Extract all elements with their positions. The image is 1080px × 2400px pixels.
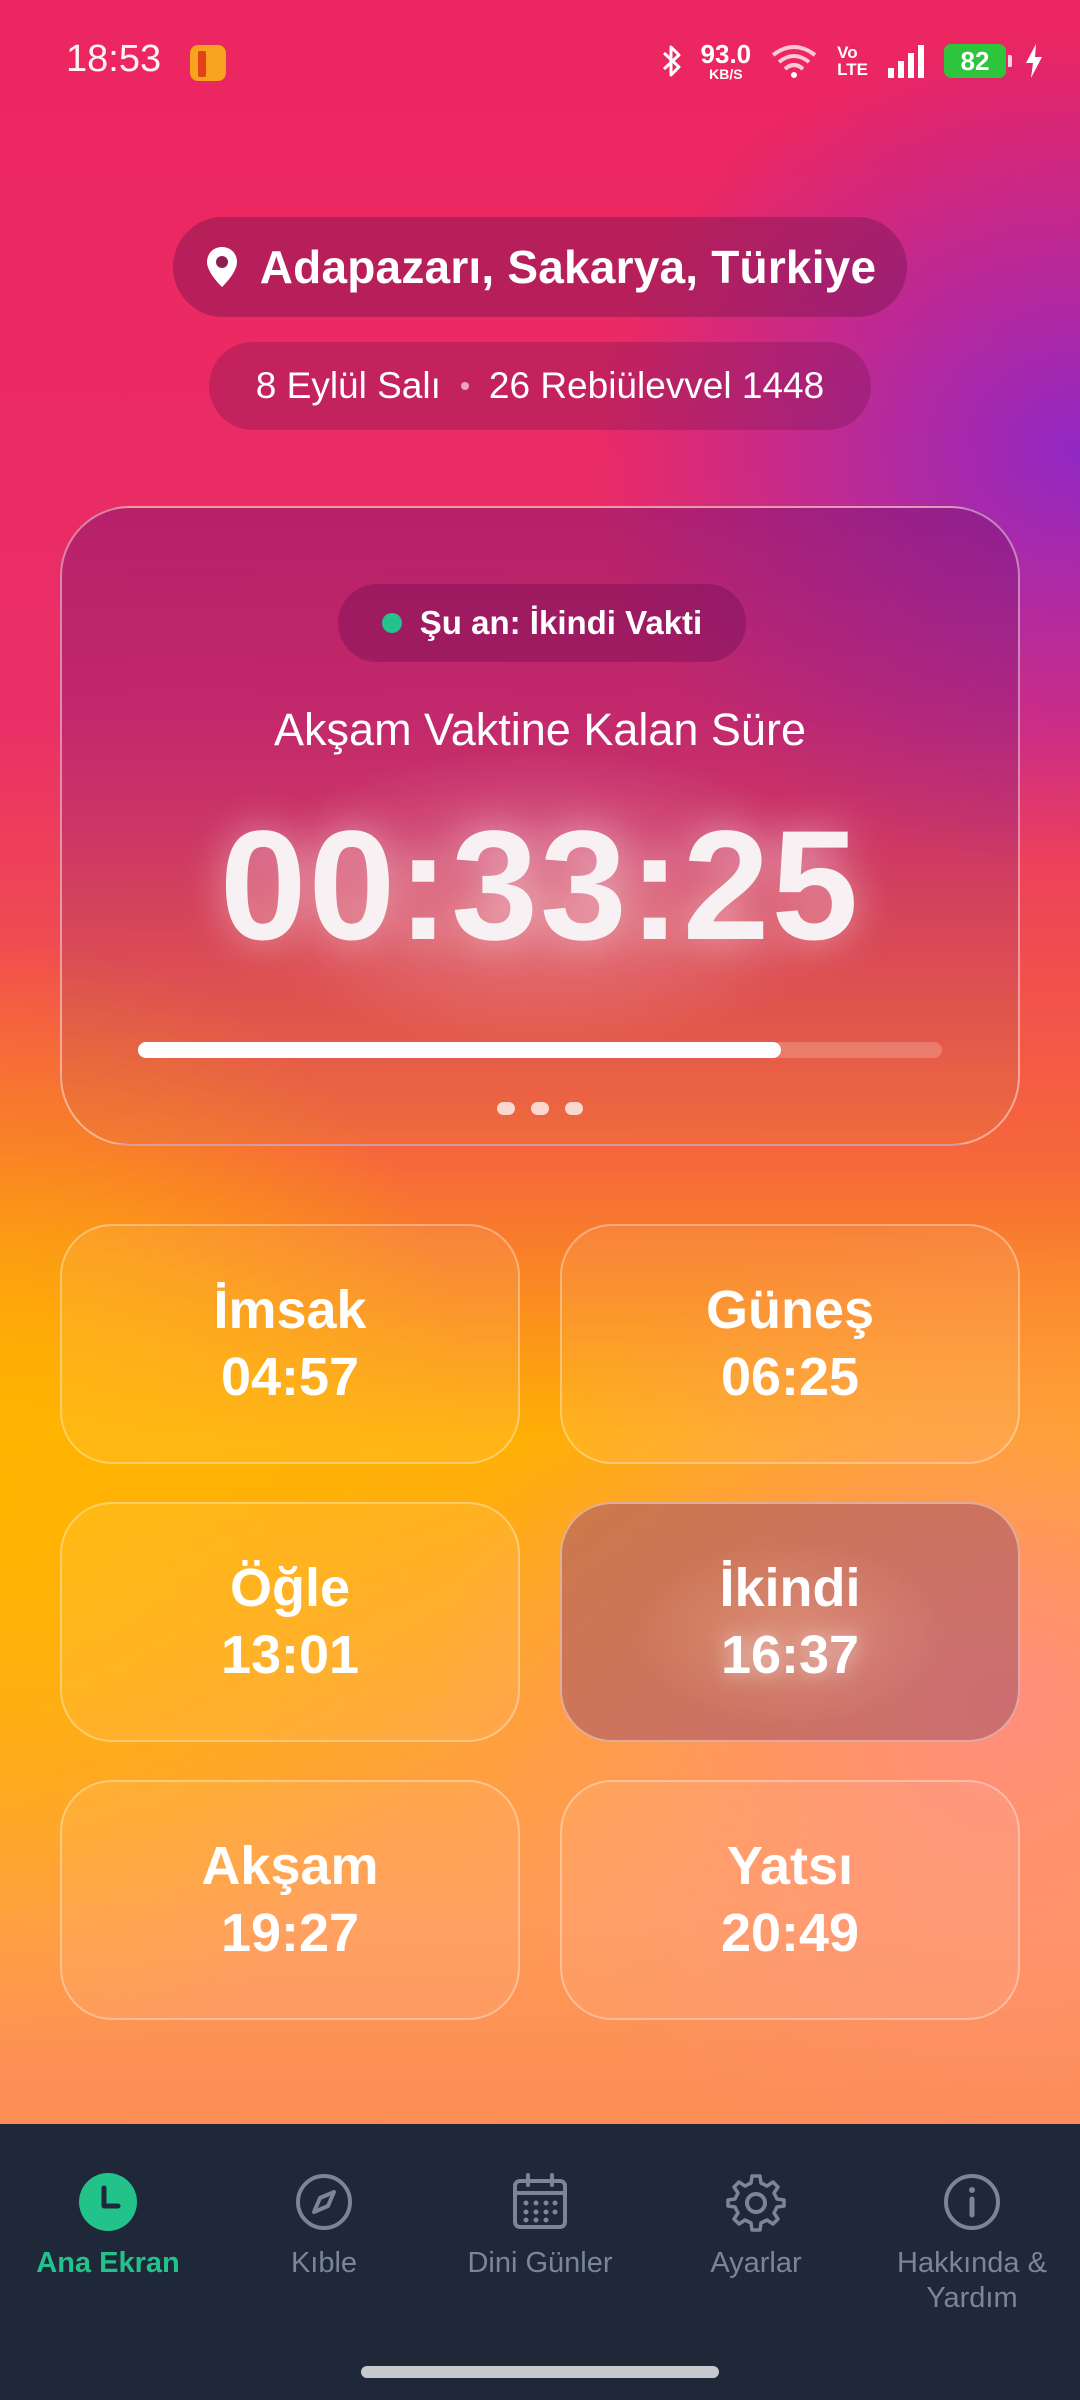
prayer-card-ikindi[interactable]: İkindi 16:37 xyxy=(560,1502,1020,1742)
prayer-time: 13:01 xyxy=(220,1625,360,1685)
nav-label: Kıble xyxy=(290,2247,358,2279)
prayer-card-imsak[interactable]: İmsak 04:57 xyxy=(60,1224,520,1464)
nav-label: Ana Ekran xyxy=(36,2247,180,2279)
prayer-time: 19:27 xyxy=(220,1903,360,1963)
battery-icon: 82 xyxy=(944,44,1012,78)
gear-icon xyxy=(724,2170,788,2234)
location-pin-icon xyxy=(206,247,237,287)
countdown-card[interactable]: Şu an: İkindi Vakti Akşam Vaktine Kalan … xyxy=(60,506,1020,1146)
prayer-card-gunes[interactable]: Güneş 06:25 xyxy=(560,1224,1020,1464)
bluetooth-icon xyxy=(661,43,683,79)
prayer-time: 20:49 xyxy=(720,1903,860,1963)
status-bar: 18:53 93.0 KB/S Vo LTE 82 xyxy=(0,0,1080,120)
progress-fill xyxy=(138,1042,782,1058)
charging-icon xyxy=(1024,43,1044,79)
nav-item-dini-gunler[interactable]: Dini Günler xyxy=(432,2124,648,2400)
clock-icon xyxy=(76,2170,140,2234)
countdown-label: Akşam Vaktine Kalan Süre xyxy=(274,704,806,755)
prayer-name: İkindi xyxy=(719,1557,861,1618)
info-icon xyxy=(940,2170,1004,2234)
volte-top: Vo xyxy=(837,43,858,62)
location-text: Adapazarı, Sakarya, Türkiye xyxy=(259,241,877,293)
nav-label: Hakkında & Yardım xyxy=(897,2247,1047,2314)
prayer-card-aksam[interactable]: Akşam 19:27 xyxy=(60,1780,520,2020)
notification-app-icon xyxy=(190,45,226,81)
current-prayer-badge: Şu an: İkindi Vakti xyxy=(338,584,746,662)
location-selector[interactable]: Adapazarı, Sakarya, Türkiye xyxy=(173,217,907,317)
prayer-card-ogle[interactable]: Öğle 13:01 xyxy=(60,1502,520,1742)
progress-bar xyxy=(138,1042,942,1058)
prayer-time: 06:25 xyxy=(720,1347,860,1407)
hijri-date: 26 Rebiülevvel 1448 xyxy=(488,365,825,406)
status-icons: 93.0 KB/S Vo LTE 82 xyxy=(661,36,1044,86)
network-speed-value: 93.0 xyxy=(700,39,752,69)
pager-dot[interactable] xyxy=(497,1102,515,1115)
bottom-navigation: Ana Ekran Kıble Dini Günler Ayarlar Hakk… xyxy=(0,2124,1080,2400)
nav-item-kible[interactable]: Kıble xyxy=(216,2124,432,2400)
current-prayer-label: Şu an: İkindi Vakti xyxy=(419,604,703,641)
home-indicator[interactable] xyxy=(361,2366,719,2378)
countdown-timer: 00:33:25 xyxy=(219,799,861,973)
pager-dot[interactable] xyxy=(565,1102,583,1115)
date-separator xyxy=(460,382,469,390)
prayer-time: 16:37 xyxy=(720,1625,860,1685)
calendar-icon xyxy=(508,2170,572,2234)
pager-dot[interactable] xyxy=(531,1102,549,1115)
gregorian-date: 8 Eylül Salı xyxy=(255,365,441,406)
prayer-card-yatsi[interactable]: Yatsı 20:49 xyxy=(560,1780,1020,2020)
prayer-time: 04:57 xyxy=(220,1347,360,1407)
prayer-name: İmsak xyxy=(213,1279,367,1340)
nav-item-ana-ekran[interactable]: Ana Ekran xyxy=(0,2124,216,2400)
nav-label: Dini Günler xyxy=(467,2247,613,2279)
volte-indicator: Vo LTE xyxy=(837,44,868,78)
network-speed: 93.0 KB/S xyxy=(701,41,752,81)
signal-icon xyxy=(886,44,926,78)
network-speed-unit: KB/S xyxy=(709,66,743,82)
prayer-name: Güneş xyxy=(705,1279,875,1340)
status-dot-icon xyxy=(381,613,402,633)
prayer-name: Yatsı xyxy=(726,1835,854,1896)
prayer-name: Öğle xyxy=(229,1557,351,1618)
compass-icon xyxy=(292,2170,356,2234)
nav-item-ayarlar[interactable]: Ayarlar xyxy=(648,2124,864,2400)
wifi-icon xyxy=(769,43,819,79)
date-display: 8 Eylül Salı 26 Rebiülevvel 1448 xyxy=(209,342,871,430)
nav-item-hakkinda[interactable]: Hakkında & Yardım xyxy=(864,2124,1080,2400)
volte-bottom: LTE xyxy=(837,60,868,79)
nav-label: Ayarlar xyxy=(710,2247,802,2279)
card-pager[interactable] xyxy=(62,1102,1018,1115)
status-time: 18:53 xyxy=(66,38,162,80)
prayer-name: Akşam xyxy=(201,1835,379,1896)
